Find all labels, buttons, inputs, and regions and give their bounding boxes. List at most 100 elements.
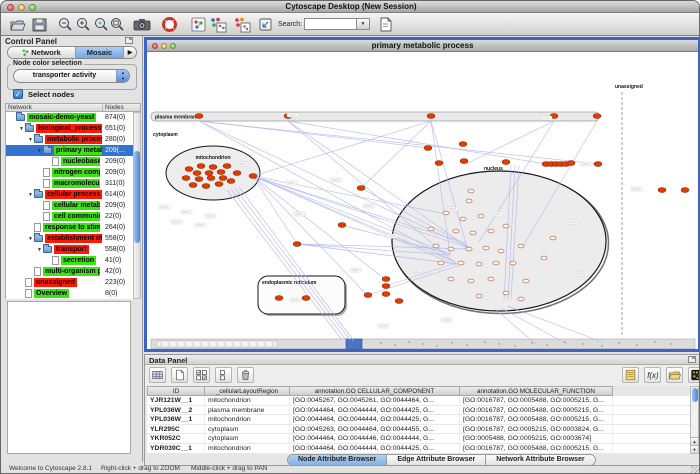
node[interactable] [470,231,476,235]
column-header-cellular-component[interactable]: annotation.GO CELLULAR_COMPONENT [290,386,460,396]
node[interactable] [503,224,509,228]
node[interactable] [424,146,432,151]
tree-row-label[interactable]: multi-organism pro [43,267,100,276]
node[interactable] [453,229,459,233]
table-cell[interactable]: [GO:0044464, GO:0044446, GO:0044444, G..… [290,434,460,443]
select-attributes-icon[interactable] [149,367,166,383]
search-options-icon[interactable] [377,16,394,33]
node[interactable] [476,294,482,298]
table-cell[interactable]: [GO:0016787, GO:0005215, GO:0003824, G..… [460,425,613,434]
tree-row-label[interactable]: secretion [61,256,96,265]
tab-network[interactable]: Network [8,47,76,58]
tree-row-label[interactable]: primary metabo [54,146,102,155]
table-cell[interactable]: [GO:0016787, GO:0005488, GO:0005215, G..… [460,396,613,405]
tree-row[interactable]: unassigned223(0) [6,277,133,288]
tab-scroll-right-icon[interactable]: ▶ [124,47,136,58]
node[interactable] [478,214,484,218]
tree-row-label[interactable]: unassigned [34,278,77,287]
node[interactable] [185,167,193,172]
node[interactable] [195,177,203,182]
node[interactable] [466,199,472,203]
table-row[interactable]: YPL036W__1mitochondrion[GO:0044464, GO:0… [147,415,690,425]
select-all-attributes-icon[interactable] [193,367,210,383]
node[interactable] [443,211,449,215]
node[interactable] [458,261,464,265]
tree-row[interactable]: macromolecule311(0) [6,178,133,189]
table-cell[interactable]: plasma membrane [205,406,290,415]
node[interactable] [541,256,547,260]
network-overview-icon[interactable] [190,16,207,33]
node[interactable] [460,159,468,164]
node[interactable] [448,247,454,251]
node[interactable] [523,279,529,283]
node[interactable] [338,223,346,228]
attribute-editor-icon[interactable] [622,367,639,383]
node[interactable] [435,161,443,166]
unselect-all-attributes-icon[interactable] [215,367,232,383]
annotation-icon[interactable] [233,16,252,33]
tree-row-label[interactable]: Overview [34,289,69,298]
tree-row[interactable]: ▼establishment of lo558(0) [6,233,133,244]
node[interactable] [217,170,225,175]
tree-row-label[interactable]: cellular process [45,190,102,199]
tree-row[interactable]: mosaic-demo-yeast874(0) [6,112,133,123]
column-header-molecular-function[interactable]: annotation.GO MOLECULAR_FUNCTION [460,386,613,396]
scroll-up-icon[interactable]: ▲ [691,437,698,445]
node[interactable] [488,277,494,281]
node[interactable] [302,296,310,301]
table-cell[interactable]: cytoplasm [205,425,290,434]
node-color-dropdown[interactable]: transporter activity ▲▼ [13,69,130,83]
node[interactable] [382,277,390,282]
tree-row[interactable]: secretion41(0) [6,255,133,266]
open-session-icon[interactable] [9,16,26,33]
node[interactable] [593,114,601,119]
new-attribute-icon[interactable] [171,367,188,383]
tree-row-label[interactable]: cell communicat [52,212,100,221]
node[interactable] [202,184,210,189]
table-cell[interactable]: YJR121W__1 [147,396,205,405]
node[interactable] [195,114,203,119]
float-panel-icon[interactable] [125,37,133,44]
search-dropdown-icon[interactable]: ▼ [357,18,370,30]
tree-scrollbar[interactable] [133,112,141,299]
tree-row[interactable]: nucleobase-209(0) [6,156,133,167]
table-cell[interactable]: YKR052C [147,434,205,443]
tree-expander-icon[interactable]: ▼ [27,137,34,143]
tree-row-label[interactable]: cellular metabo [52,201,100,210]
tree-row[interactable]: ▼biological_process651(0) [6,123,133,134]
delete-attribute-icon[interactable] [237,367,254,383]
tree-expander-icon[interactable]: ▼ [27,236,34,242]
table-cell[interactable]: YDR039C__1 [147,444,205,453]
node[interactable] [518,244,524,248]
node[interactable] [293,242,301,247]
node[interactable] [433,244,439,248]
plugin-manager-icon[interactable] [257,16,274,33]
node[interactable] [193,171,201,176]
tree-expander-icon[interactable]: ▼ [18,126,25,132]
node[interactable] [209,165,217,170]
network-canvas[interactable]: plasma membrane cytoplasm mitochondrion … [147,52,698,349]
table-cell[interactable]: [GO:0044464, GO:0044444, GO:0044425, G..… [290,406,460,415]
table-row[interactable]: YDR039C__1mitochondrion[GO:0044464, GO:0… [147,444,690,454]
node[interactable] [476,262,482,266]
tree-row[interactable]: cellular metabo209(0) [6,200,133,211]
table-cell[interactable]: [GO:0005488, GO:0005215, GO:0003674] [460,434,613,443]
node[interactable] [468,189,474,193]
zoom-fit-icon[interactable] [109,16,126,33]
node[interactable] [207,176,215,181]
node[interactable] [550,236,556,240]
table-scrollbar[interactable]: ▲ ▼ [690,386,699,454]
table-cell[interactable]: [GO:0016787, GO:0005488, GO:0005215, G..… [460,406,613,415]
tree-row[interactable]: cell communicat22(0) [6,211,133,222]
tab-mosaic[interactable]: Mosaic [76,47,124,58]
resize-grip[interactable] [691,465,700,474]
tree-row[interactable]: ▼primary metabo209(... [6,145,133,156]
tree-row[interactable]: nitrogen compo209(0) [6,167,133,178]
table-cell[interactable]: [GO:0045263, GO:0044464, GO:0044455, G..… [290,425,460,434]
node[interactable] [502,160,510,165]
table-row[interactable]: YKR052Ccytoplasm[GO:0044464, GO:0044446,… [147,434,690,444]
node[interactable] [205,171,213,176]
import-attributes-icon[interactable] [666,367,683,383]
node[interactable] [658,188,666,193]
tree-row-label[interactable]: macromolecule [52,179,100,188]
